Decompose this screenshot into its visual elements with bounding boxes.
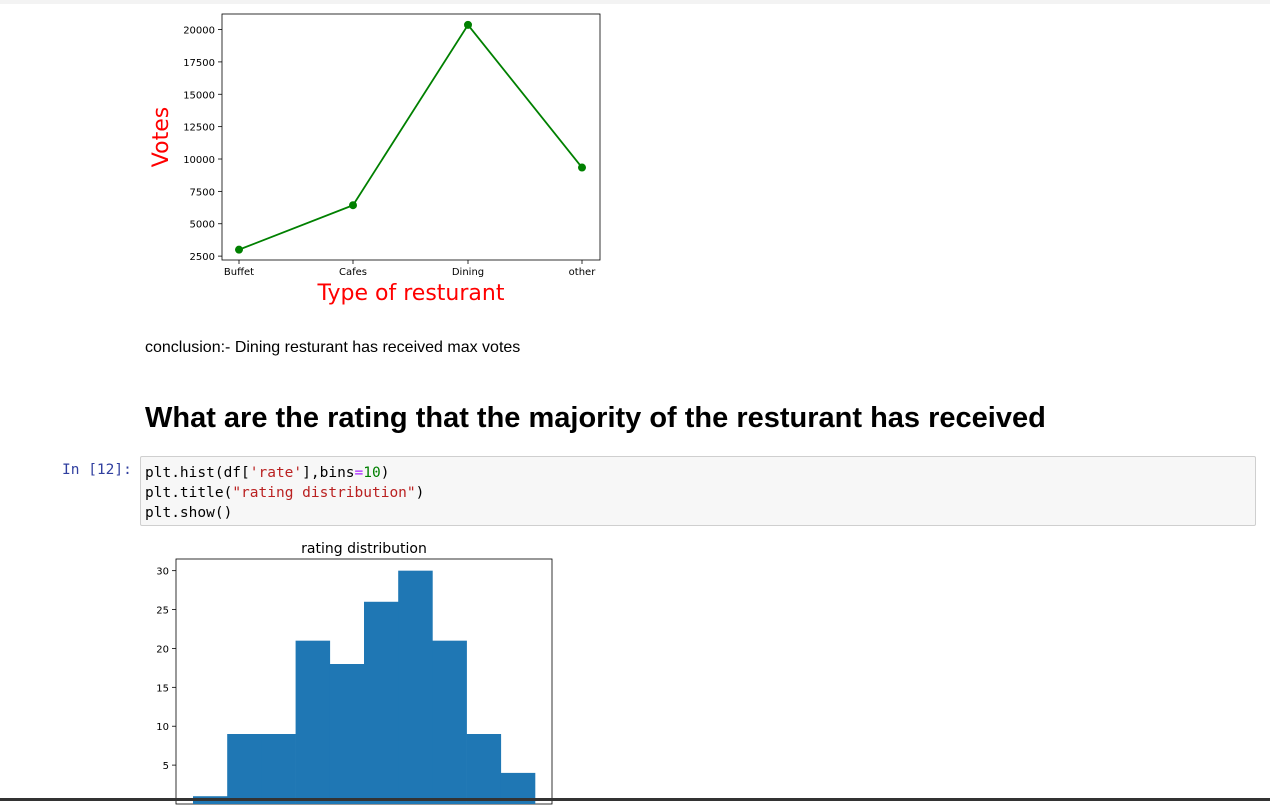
y-tick-label: 5 <box>163 761 169 772</box>
x-axis-label: Type of resturant <box>317 281 505 306</box>
code-token: ],bins <box>302 465 355 481</box>
y-tick-label: 17500 <box>183 58 215 69</box>
votes-point <box>578 163 586 172</box>
x-tick-label: Dining <box>452 267 484 278</box>
code-token: = <box>354 465 364 481</box>
y-tick-label: 20 <box>156 644 169 655</box>
histogram-bar <box>227 734 262 804</box>
y-tick-label: 15 <box>156 683 169 694</box>
y-axis-label: Votes <box>149 107 174 167</box>
chart-title: rating distribution <box>301 541 427 557</box>
histogram-bar <box>398 570 433 804</box>
histogram-bar <box>329 664 365 804</box>
votes-line-chart: 2500 5000 7500 10000 12500 15000 17500 20000 Buf… <box>149 13 601 306</box>
y-tick-label: 25 <box>156 606 169 617</box>
rating-histogram: 5 10 15 20 25 30 rating distribution <box>156 541 553 805</box>
histogram-bar <box>466 734 502 804</box>
votes-point <box>464 20 472 29</box>
y-tick-label: 7500 <box>190 187 215 198</box>
code-token: ) <box>415 485 425 501</box>
y-tick-label: 10000 <box>183 155 215 166</box>
cell-prompt: In [12]: <box>62 462 132 478</box>
votes-point <box>349 201 357 210</box>
x-tick-label: Buffet <box>224 267 254 278</box>
y-tick-label: 15000 <box>183 90 215 101</box>
code-line: plt.title("rating distribution") <box>145 483 1255 503</box>
votes-point <box>235 245 243 254</box>
code-token: 'rate' <box>249 465 303 481</box>
histogram-bar <box>432 640 467 804</box>
conclusion-text: conclusion:- Dining resturant has receiv… <box>145 339 521 356</box>
y-tick-label: 30 <box>156 567 169 578</box>
code-line: plt.hist(df['rate'],bins=10) <box>145 463 1255 483</box>
plot-area <box>221 13 601 261</box>
code-token: plt.title( <box>145 485 233 501</box>
histogram-bar <box>295 640 331 804</box>
histogram-bar <box>364 601 399 804</box>
code-cell-editor[interactable]: plt.hist(df['rate'],bins=10) plt.title("r… <box>140 456 1256 526</box>
y-tick-label: 12500 <box>183 123 215 134</box>
section-heading: What are the rating that the majority of… <box>145 402 1046 434</box>
code-token: plt.show() <box>145 505 233 521</box>
code-token: 10 <box>363 465 381 481</box>
x-tick-label: Cafes <box>339 267 367 278</box>
y-tick-label: 5000 <box>190 220 215 231</box>
histogram-bar <box>261 734 296 804</box>
y-tick-label: 2500 <box>190 252 215 263</box>
y-tick-label: 20000 <box>183 26 215 37</box>
code-token: ) <box>380 465 390 481</box>
code-line: plt.show() <box>145 503 1255 523</box>
code-token: "rating distribution" <box>232 485 416 501</box>
x-tick-label: other <box>569 267 597 278</box>
y-tick-label: 10 <box>156 722 169 733</box>
code-token: plt.hist(df[ <box>145 465 250 481</box>
